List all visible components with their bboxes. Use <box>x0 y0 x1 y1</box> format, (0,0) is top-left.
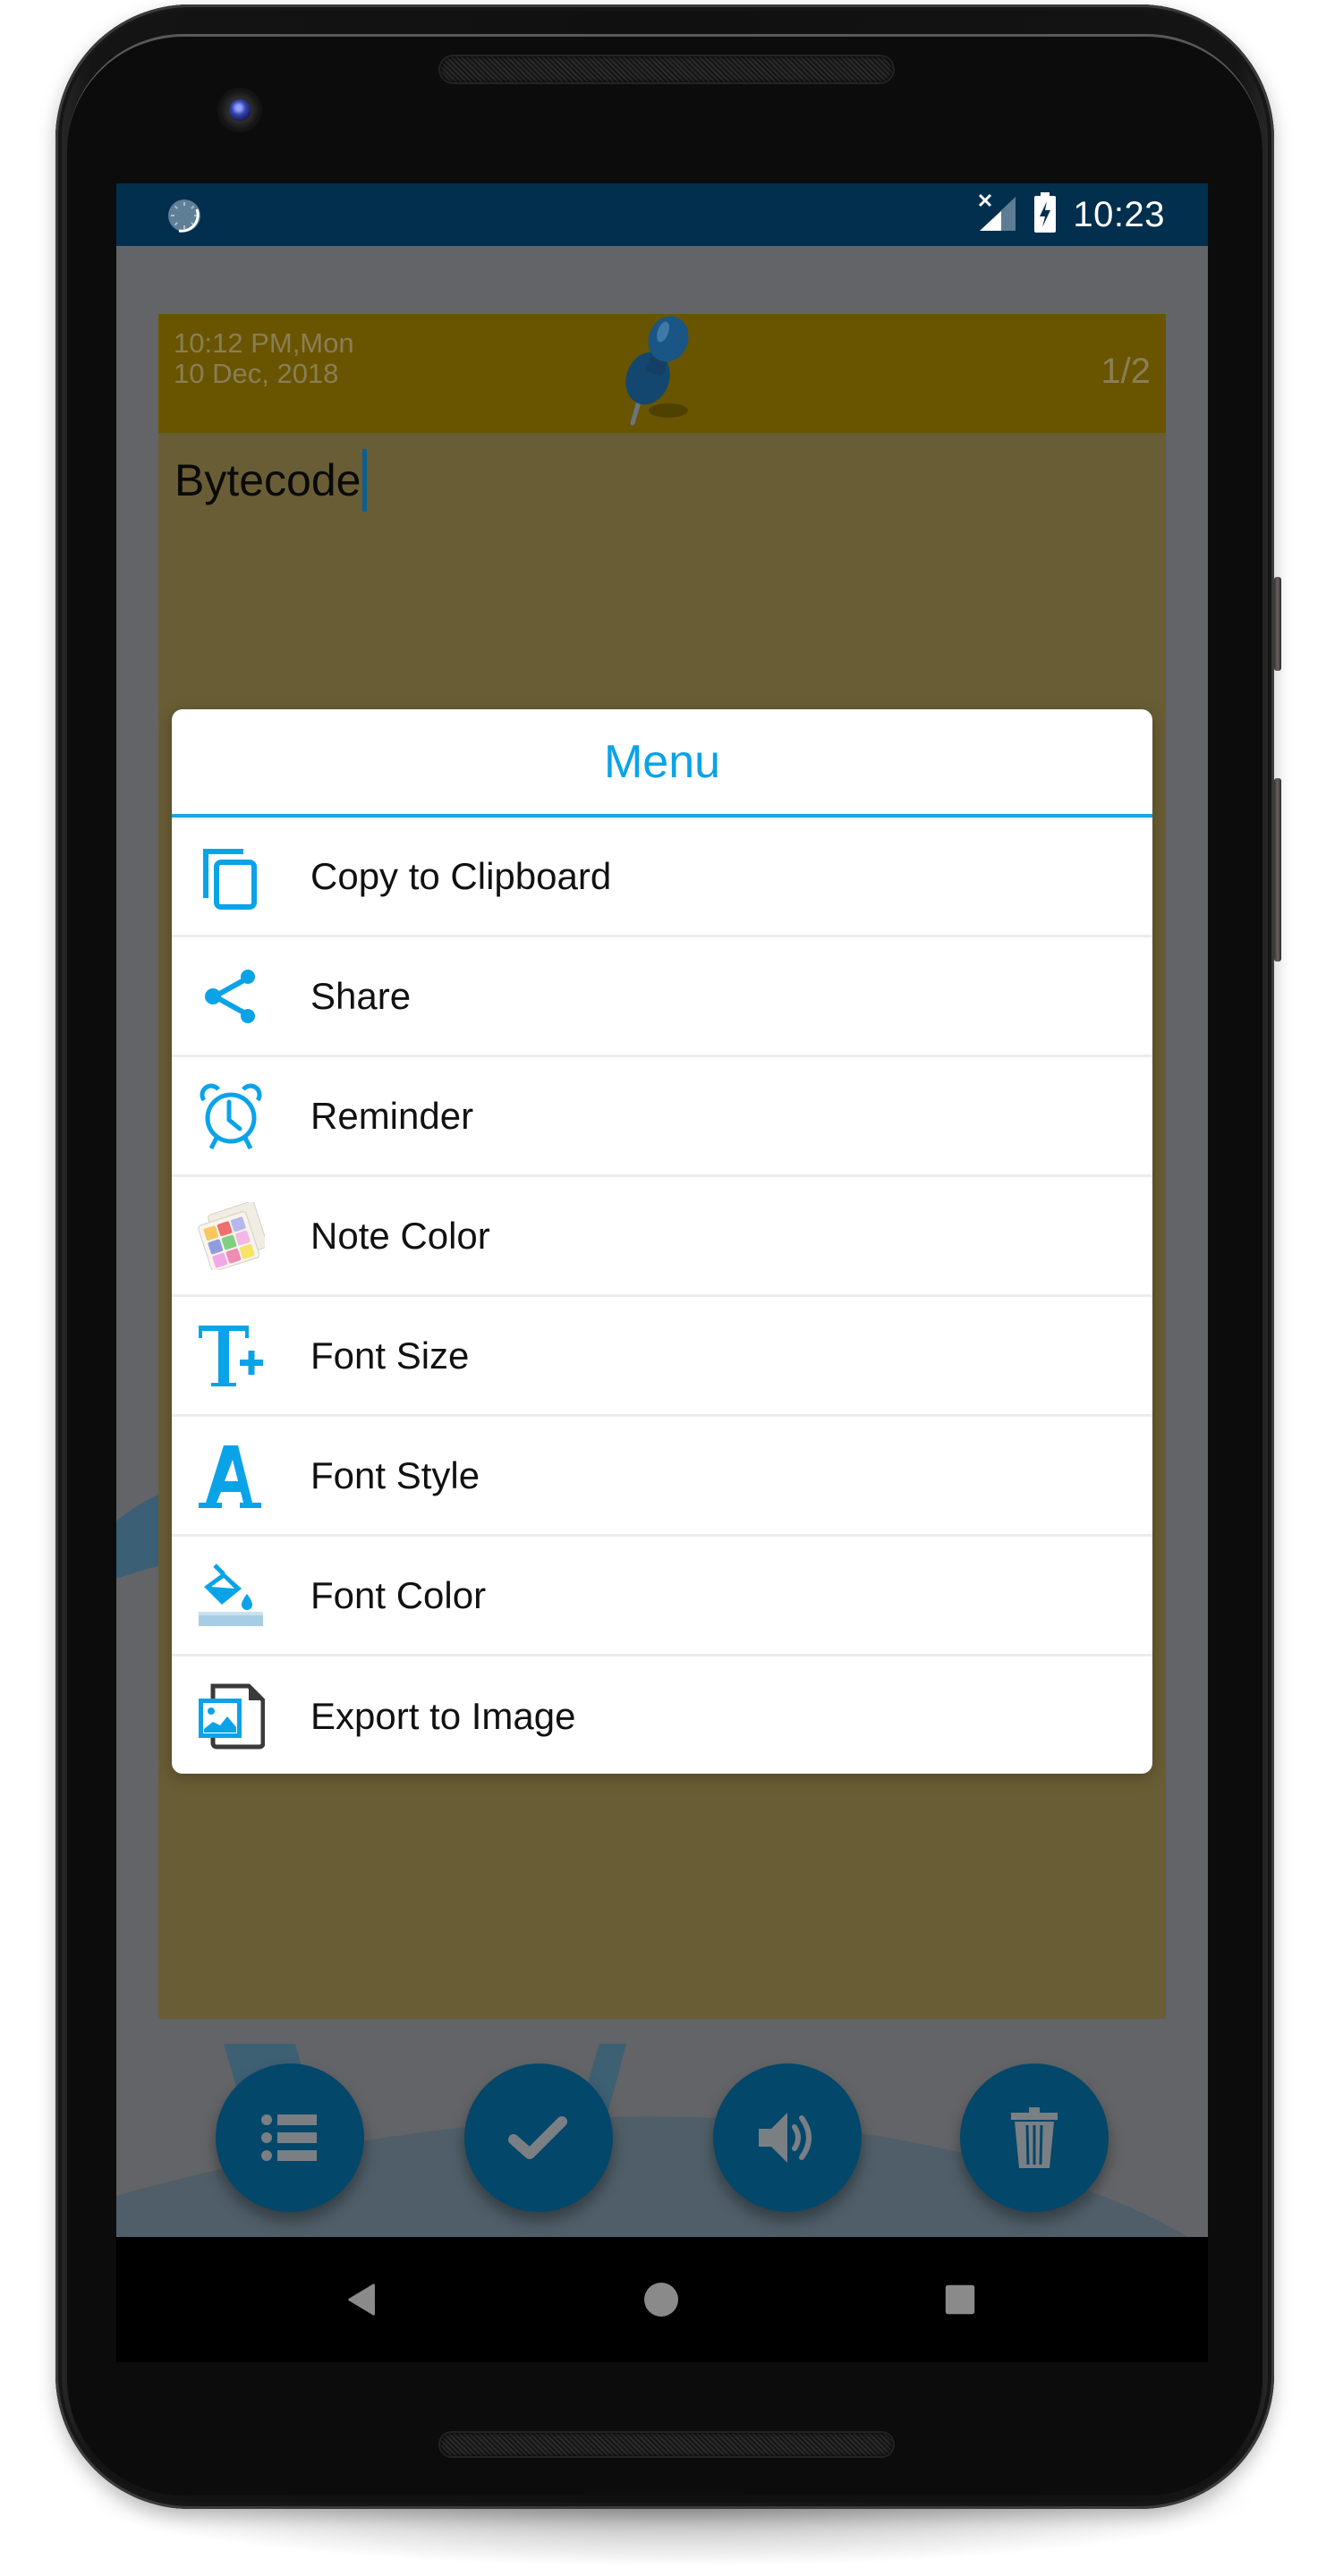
menu-item-export-to-image[interactable]: Export to Image <box>172 1657 1152 1774</box>
menu-item-label: Font Color <box>310 1573 487 1616</box>
copy-icon <box>197 843 265 911</box>
menu-item-label: Note Color <box>310 1214 490 1257</box>
bottom-speaker <box>440 2433 893 2456</box>
status-time: 10:23 <box>1073 194 1165 234</box>
share-icon <box>197 962 265 1030</box>
nav-back-button[interactable] <box>336 2273 389 2326</box>
note-text: Bytecode <box>174 455 361 505</box>
notes-list-button[interactable] <box>216 2063 364 2212</box>
check-icon <box>508 2116 567 2159</box>
menu-dialog: Menu Copy to Clipboard Share Reminder No… <box>172 709 1152 1774</box>
status-icons: 10:23 <box>978 183 1165 246</box>
menu-item-font-color[interactable]: Font Color <box>172 1537 1152 1657</box>
export-image-icon <box>197 1682 265 1750</box>
nav-home-button[interactable] <box>634 2273 688 2326</box>
volume-button <box>1274 778 1281 962</box>
back-icon <box>348 2284 375 2316</box>
menu-title: Menu <box>172 709 1152 818</box>
text-cursor <box>362 449 368 512</box>
delete-button[interactable] <box>960 2063 1109 2212</box>
menu-item-share[interactable]: Share <box>172 937 1152 1057</box>
nav-recents-button[interactable] <box>933 2273 987 2326</box>
menu-item-label: Export to Image <box>310 1695 576 1737</box>
alarm-clock-icon <box>197 1082 265 1150</box>
note-time: 10:12 PM,Mon <box>174 327 354 359</box>
trash-icon <box>1011 2107 1058 2168</box>
menu-item-label: Share <box>310 974 412 1017</box>
navigation-bar <box>116 2237 1208 2362</box>
color-palette-icon <box>197 1201 265 1270</box>
note-date: 10 Dec, 2018 <box>174 358 339 389</box>
note-text-input[interactable]: Bytecode <box>174 449 368 512</box>
save-button[interactable] <box>464 2063 613 2212</box>
menu-item-label: Font Style <box>310 1453 480 1496</box>
earpiece-speaker <box>440 56 893 82</box>
home-icon <box>644 2283 678 2317</box>
sync-icon <box>166 197 204 234</box>
no-sim-signal-icon <box>978 193 1017 237</box>
front-camera <box>217 88 262 132</box>
battery-charging-icon <box>1033 191 1057 238</box>
paint-bucket-icon <box>197 1562 265 1630</box>
speaker-icon <box>759 2113 812 2163</box>
menu-item-note-color[interactable]: Note Color <box>172 1177 1152 1297</box>
note-header: 10:12 PM,Mon 10 Dec, 2018 1/2 <box>158 314 1166 433</box>
menu-item-reminder[interactable]: Reminder <box>172 1057 1152 1177</box>
note-timestamp: 10:12 PM,Mon 10 Dec, 2018 <box>174 328 354 389</box>
pushpin-icon[interactable] <box>606 314 704 430</box>
font-style-icon <box>197 1442 265 1510</box>
menu-item-copy-to-clipboard[interactable]: Copy to Clipboard <box>172 818 1152 937</box>
recents-icon <box>945 2284 975 2315</box>
power-button <box>1274 577 1281 671</box>
menu-item-label: Copy to Clipboard <box>310 854 612 897</box>
menu-item-font-size[interactable]: Font Size <box>172 1297 1152 1417</box>
list-icon <box>261 2114 317 2161</box>
menu-item-font-style[interactable]: Font Style <box>172 1417 1152 1537</box>
menu-item-label: Font Size <box>310 1334 470 1377</box>
status-bar: 10:23 <box>116 183 1208 246</box>
text-size-plus-icon <box>197 1322 265 1390</box>
note-page-indicator: 1/2 <box>1101 352 1151 391</box>
menu-item-label: Reminder <box>310 1094 474 1137</box>
speak-button[interactable] <box>713 2063 862 2212</box>
